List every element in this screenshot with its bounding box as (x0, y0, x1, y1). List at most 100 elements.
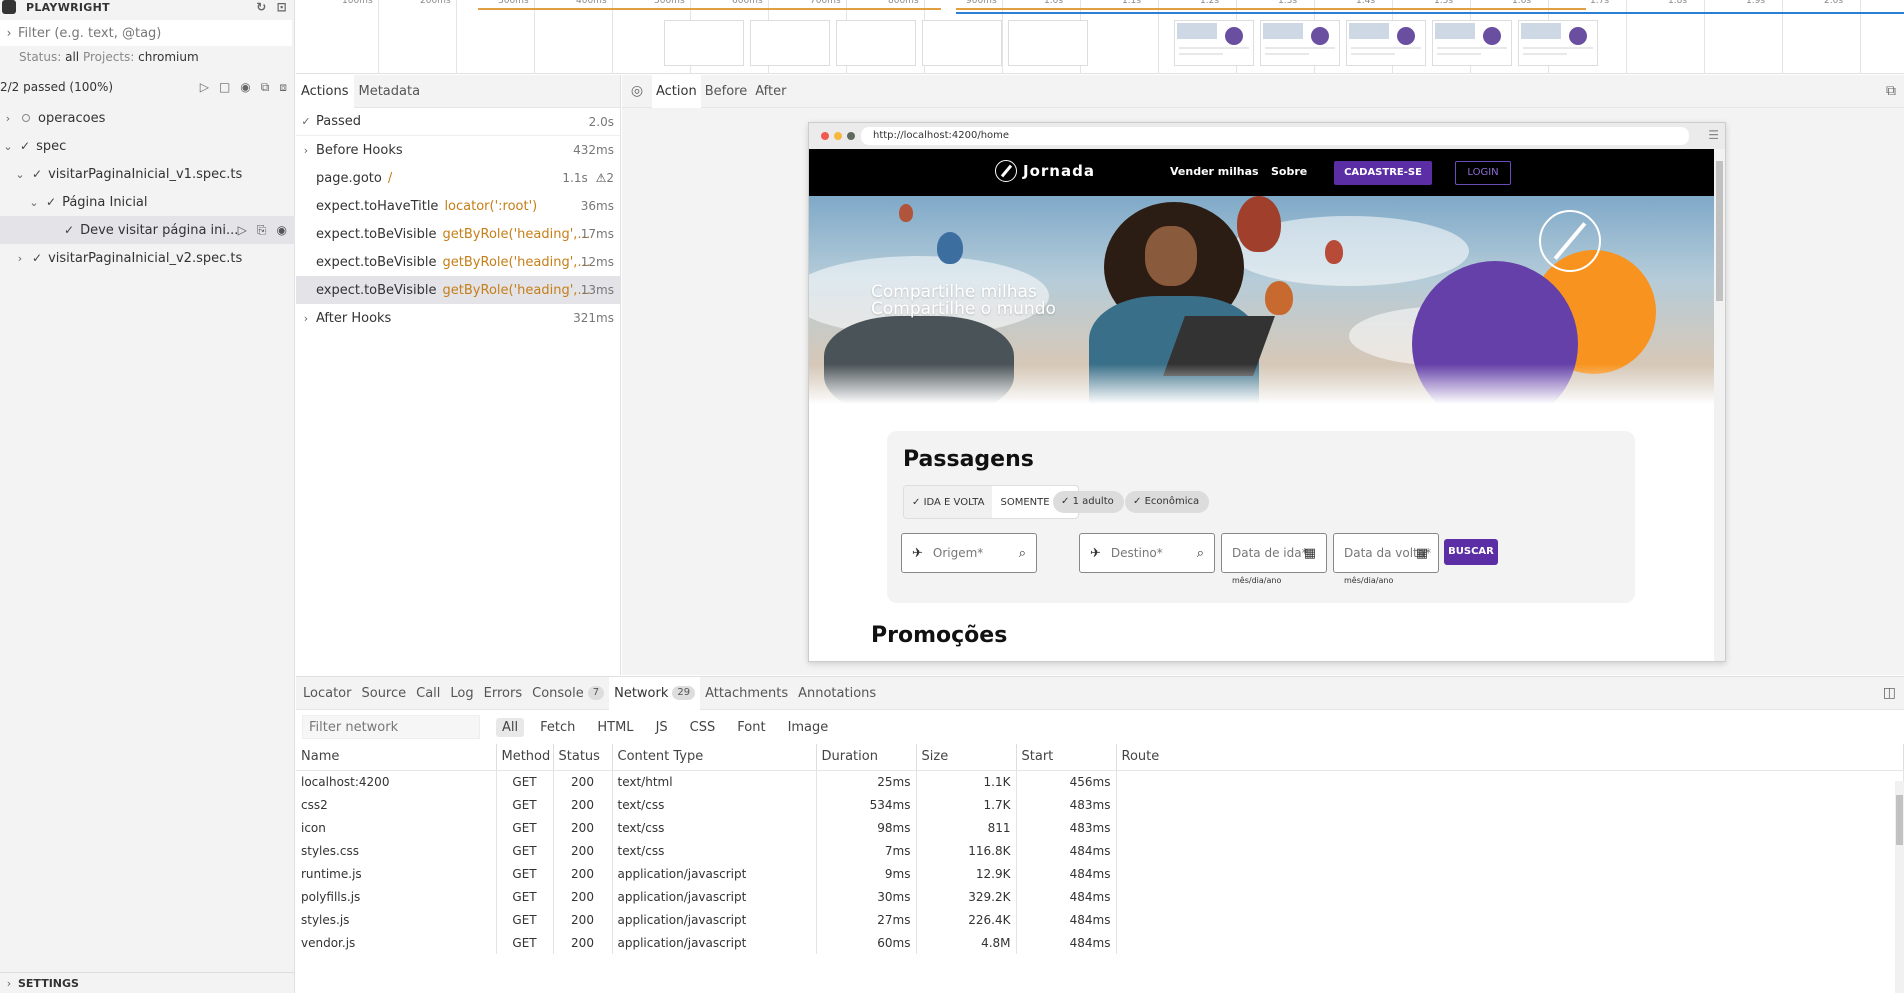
collapse-all-icon[interactable]: ⧈ (279, 80, 287, 95)
network-row[interactable]: styles.css GET 200 text/css 7ms 116.8K 484ms (296, 839, 1904, 862)
run-all-icon[interactable]: ▷ (200, 80, 209, 95)
tab-log[interactable]: Log (445, 677, 478, 710)
passengers-chip[interactable]: ✓ 1 adulto (1053, 491, 1124, 513)
filter-image[interactable]: Image (782, 718, 835, 737)
tab-source[interactable]: Source (356, 677, 411, 710)
timeline-thumbnail[interactable] (1260, 20, 1340, 66)
col-status[interactable]: Status (553, 744, 613, 771)
url-bar[interactable]: http://localhost:4200/home (861, 127, 1689, 145)
timeline-thumbnail[interactable] (750, 20, 830, 66)
watch-all-icon[interactable]: ◉ (240, 80, 250, 95)
timeline-thumbnail[interactable] (1008, 20, 1088, 66)
col-content-type[interactable]: Content Type (612, 744, 817, 771)
tab-locator[interactable]: Locator (298, 677, 356, 710)
col-duration[interactable]: Duration (816, 744, 917, 771)
menu-icon[interactable]: ☰ (1708, 128, 1719, 142)
tree-item-spec[interactable]: ⌄ ✓ spec (0, 132, 295, 160)
col-size[interactable]: Size (916, 744, 1017, 771)
action-row-before-hooks[interactable]: › Before Hooks 432ms (296, 136, 620, 164)
chevron-right-icon[interactable]: › (14, 252, 26, 265)
chevron-down-icon[interactable]: ⌄ (14, 168, 26, 181)
chevron-right-icon[interactable]: › (296, 312, 316, 325)
status-filter-summary[interactable]: Status: all Projects: chromium (19, 50, 199, 64)
tab-actions[interactable]: Actions (296, 74, 354, 108)
col-method[interactable]: Method (496, 744, 554, 771)
tab-metadata[interactable]: Metadata (354, 75, 426, 108)
tab-network[interactable]: Network 29 (609, 676, 701, 710)
open-source-icon[interactable]: ⎘ (257, 223, 267, 238)
filter-html[interactable]: HTML (591, 718, 639, 737)
action-row-to-be-visible-selected[interactable]: expect.toBeVisible getByRole('heading', … (296, 276, 620, 304)
timeline[interactable]: 100ms 200ms 300ms 400ms 500ms 600ms 700ms 800ms… (296, 0, 1904, 74)
login-button[interactable]: LOGIN (1455, 161, 1511, 185)
tree-item-operacoes[interactable]: › operacoes (0, 104, 295, 132)
origin-field[interactable]: ✈ Origem* ⌕ (901, 533, 1037, 573)
filter-all[interactable]: All (496, 717, 525, 737)
open-new-window-icon[interactable]: ⧉ (1886, 83, 1896, 99)
network-row[interactable]: localhost:4200 GET 200 text/html 25ms 1.1K 456… (296, 770, 1904, 793)
filter-fetch[interactable]: Fetch (534, 718, 581, 737)
network-row[interactable]: runtime.js GET 200 application/javascript 9m… (296, 862, 1904, 885)
tree-item-test[interactable]: ✓ Deve visitar página ini... ▷ ⎘ ◉ (0, 216, 295, 244)
filter-font[interactable]: Font (731, 718, 771, 737)
nav-vender-milhas[interactable]: Vender milhas (1170, 165, 1259, 178)
date-back-field[interactable]: Data da volta* ▦ mês/dia/ano (1333, 533, 1439, 585)
destination-field[interactable]: ✈ Destino* ⌕ (1079, 533, 1215, 573)
chevron-right-icon[interactable]: › (0, 26, 18, 40)
chevron-right-icon[interactable]: › (0, 977, 18, 990)
timeline-thumbnail[interactable] (836, 20, 916, 66)
pick-locator-icon[interactable]: ◎ (622, 83, 652, 99)
watch-test-icon[interactable]: ◉ (277, 223, 287, 238)
timeline-thumbnail[interactable] (1174, 20, 1254, 66)
search-button[interactable]: BUSCAR (1444, 539, 1498, 565)
snapshot-scrollbar[interactable] (1714, 149, 1725, 661)
col-name[interactable]: Name (296, 744, 497, 771)
col-start[interactable]: Start (1016, 744, 1117, 771)
network-scrollbar[interactable] (1895, 781, 1904, 993)
tree-item-spec-file-v2[interactable]: › ✓ visitarPaginaInicial_v2.spec.ts (0, 244, 295, 272)
network-row[interactable]: css2 GET 200 text/css 534ms 1.7K 483ms (296, 793, 1904, 816)
tab-before[interactable]: Before (701, 75, 752, 108)
tab-console[interactable]: Console 7 (527, 677, 609, 710)
action-row-to-have-title[interactable]: expect.toHaveTitle locator(':root') 36ms (296, 192, 620, 220)
tab-action[interactable]: Action (652, 74, 701, 108)
tree-item-describe[interactable]: ⌄ ✓ Página Inicial (0, 188, 295, 216)
timeline-thumbnail[interactable] (922, 20, 1002, 66)
filter-css[interactable]: CSS (684, 718, 722, 737)
calendar-icon[interactable]: ▦ (1304, 546, 1316, 561)
date-out-field[interactable]: Data de ida* ▦ mês/dia/ano (1221, 533, 1327, 585)
toggle-layout-icon[interactable]: ◫ (1883, 685, 1896, 701)
trip-round-option[interactable]: ✓ IDA E VOLTA (904, 486, 993, 518)
network-row[interactable]: styles.js GET 200 application/javascript 27m… (296, 908, 1904, 931)
tree-item-spec-file-v1[interactable]: ⌄ ✓ visitarPaginaInicial_v1.spec.ts (0, 160, 295, 188)
stop-icon[interactable]: □ (219, 80, 230, 95)
network-row[interactable]: polyfills.js GET 200 application/javascript… (296, 885, 1904, 908)
nav-sobre[interactable]: Sobre (1271, 165, 1307, 178)
test-filter-input[interactable] (18, 25, 268, 41)
settings-section[interactable]: › SETTINGS (0, 972, 295, 993)
run-test-icon[interactable]: ▷ (238, 223, 247, 238)
calendar-icon[interactable]: ▦ (1416, 546, 1428, 561)
chevron-right-icon[interactable]: › (296, 144, 316, 157)
filter-js[interactable]: JS (650, 718, 674, 737)
timeline-thumbnail[interactable] (1432, 20, 1512, 66)
reload-icon[interactable]: ↻ (256, 0, 266, 14)
chevron-right-icon[interactable]: › (2, 112, 14, 125)
timeline-thumbnail[interactable] (1518, 20, 1598, 66)
action-row-passed[interactable]: ✓ Passed 2.0s (296, 108, 620, 136)
tab-after[interactable]: After (751, 75, 790, 108)
action-row-to-be-visible[interactable]: expect.toBeVisible getByRole('heading', … (296, 220, 620, 248)
chevron-down-icon[interactable]: ⌄ (28, 196, 40, 209)
class-chip[interactable]: ✓ Econômica (1125, 491, 1210, 513)
warning-icon[interactable]: ⚠ (596, 171, 607, 185)
chevron-down-icon[interactable]: ⌄ (2, 140, 14, 153)
action-row-goto[interactable]: page.goto / 1.1s ⚠2 (296, 164, 620, 192)
action-row-to-be-visible[interactable]: expect.toBeVisible getByRole('heading', … (296, 248, 620, 276)
tab-attachments[interactable]: Attachments (700, 677, 793, 710)
network-filter-input[interactable] (302, 715, 480, 739)
action-row-after-hooks[interactable]: › After Hooks 321ms (296, 304, 620, 332)
col-route[interactable]: Route (1116, 744, 1904, 771)
collapse-panel-icon[interactable]: ⊡ (277, 0, 287, 14)
network-row[interactable]: vendor.js GET 200 application/javascript 60m… (296, 931, 1904, 954)
timeline-thumbnail[interactable] (1346, 20, 1426, 66)
